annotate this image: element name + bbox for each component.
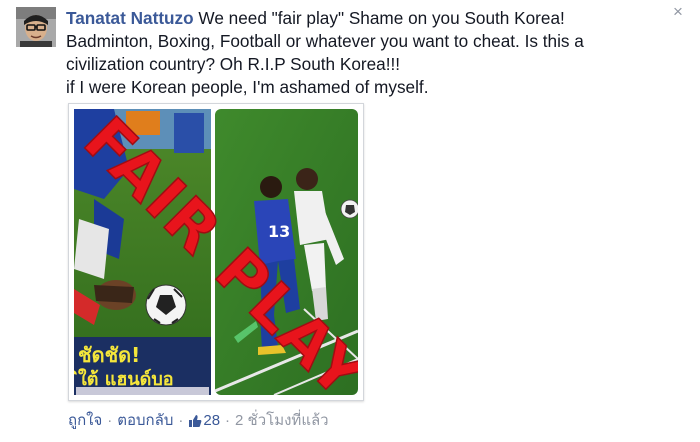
caption-line-2: ิใต้ แฮนด์บอ	[74, 368, 174, 390]
jersey-number: 13	[268, 222, 290, 241]
comment-actions: ถูกใจ · ตอบกลับ · 28 · 2 ชั่วโมงที่แล้ว	[68, 411, 329, 431]
comment-body: Tanatat Nattuzo We need "fair play" Sham…	[66, 7, 676, 99]
comment-text-3: civilization country? Oh R.I.P South Kor…	[66, 54, 401, 74]
separator-dot: ·	[178, 412, 184, 429]
photo-collage: ชัดชัด! ิใต้ แฮนด์บอ 13 FAIR PLAY	[74, 109, 358, 395]
thumbs-up-icon	[189, 415, 202, 427]
comment-line-1: Tanatat Nattuzo We need "fair play" Sham…	[66, 7, 676, 30]
avatar[interactable]	[16, 7, 56, 47]
caption-line-1: ชัดชัด!	[78, 343, 140, 367]
comment-text-1: We need "fair play" Shame on you South K…	[193, 8, 565, 28]
reply-button[interactable]: ตอบกลับ	[117, 412, 173, 429]
avatar-image	[16, 7, 56, 47]
separator-dot: ·	[225, 412, 231, 429]
attached-photo[interactable]: ชัดชัด! ิใต้ แฮนด์บอ 13 FAIR PLAY	[68, 103, 364, 401]
comment: × Tanatat Nattuzo We need "fair play" Sh…	[0, 0, 700, 442]
comment-text-2: Badminton, Boxing, Football or whatever …	[66, 31, 584, 51]
author-name[interactable]: Tanatat Nattuzo	[66, 8, 194, 28]
separator-dot: ·	[107, 412, 113, 429]
like-button[interactable]: ถูกใจ	[68, 412, 102, 429]
comment-timestamp[interactable]: 2 ชั่วโมงที่แล้ว	[235, 412, 329, 429]
like-count: 28	[203, 412, 221, 429]
comment-text-4: if I were Korean people, I'm ashamed of …	[66, 77, 429, 97]
like-count-link[interactable]: 28	[188, 412, 220, 429]
